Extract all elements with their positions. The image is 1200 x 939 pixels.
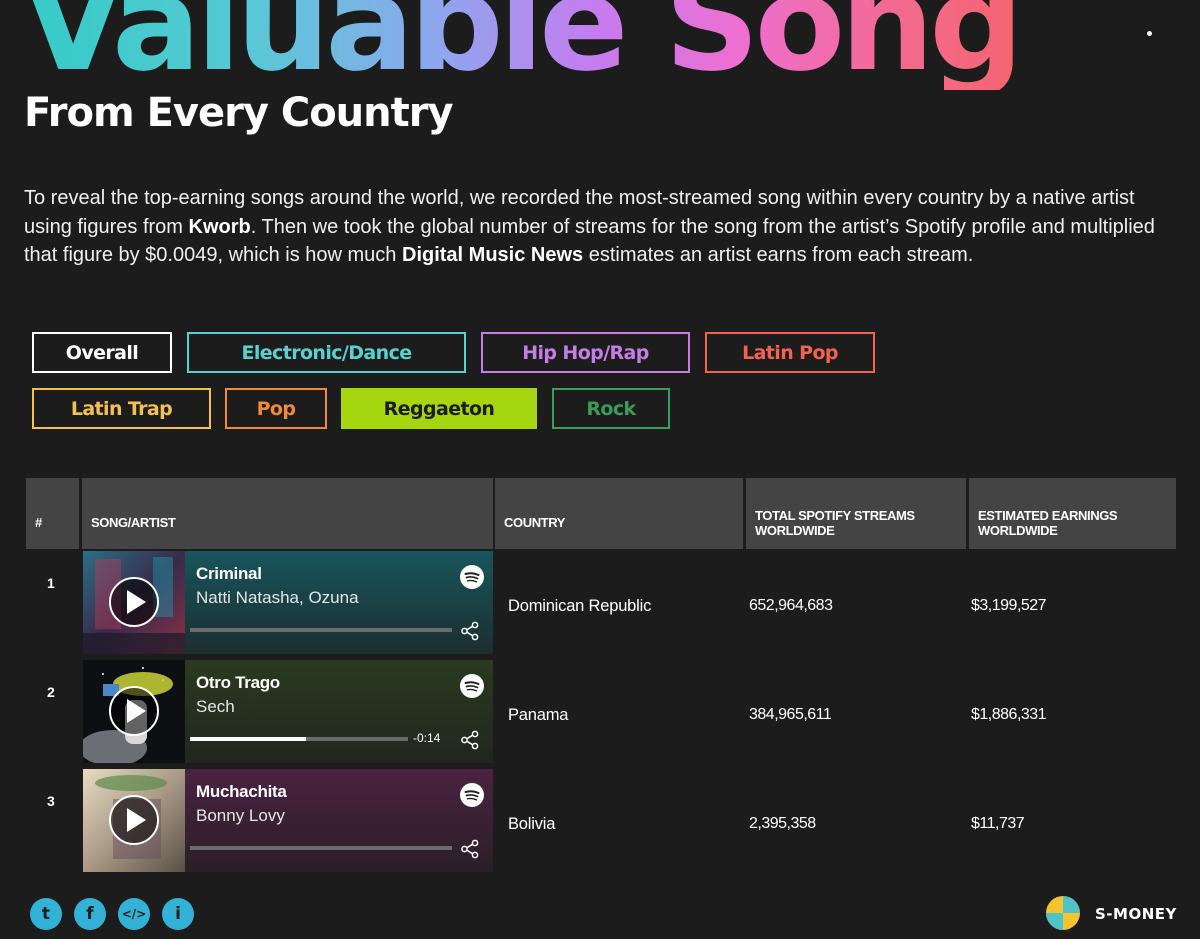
- play-button[interactable]: [109, 686, 159, 736]
- row-rank: 3: [47, 793, 55, 809]
- progress-bar[interactable]: [190, 737, 408, 741]
- brand[interactable]: S-MONEY: [1044, 891, 1184, 935]
- source-kworb: Kworb: [188, 215, 251, 238]
- earnings-cell: $3,199,527: [971, 597, 1047, 614]
- filter-hip-hop-rap[interactable]: Hip Hop/Rap: [481, 332, 690, 373]
- filter-reggaeton[interactable]: Reggaeton: [341, 388, 537, 429]
- country-cell: Panama: [508, 706, 569, 724]
- song-player: Muchachita Bonny Lovy: [83, 769, 493, 872]
- row-rank: 2: [47, 684, 55, 700]
- filter-pop[interactable]: Pop: [225, 388, 327, 429]
- table-header: # SONG/ARTIST COUNTRY TOTAL SPOTIFY STRE…: [26, 478, 1176, 549]
- filter-overall[interactable]: Overall: [32, 332, 172, 373]
- facebook-icon[interactable]: f: [74, 898, 106, 930]
- intro-paragraph: To reveal the top-earning songs around t…: [24, 184, 1179, 270]
- row-rank: 1: [47, 575, 55, 591]
- song-title: Muchachita: [196, 782, 287, 801]
- table-row: 3 Muchachita Bonny Lovy Bolivia 2,395,35…: [26, 769, 1176, 872]
- spotify-icon[interactable]: [460, 674, 484, 698]
- embed-icon[interactable]: </>: [118, 898, 150, 930]
- filter-rock[interactable]: Rock: [552, 388, 670, 429]
- spotify-icon[interactable]: [460, 783, 484, 807]
- share-icon[interactable]: [460, 621, 480, 641]
- song-artist: Bonny Lovy: [196, 806, 285, 825]
- page-title: Valuable Song: [22, 0, 1024, 90]
- earnings-cell: $11,737: [971, 815, 1025, 832]
- progress-bar[interactable]: [190, 628, 452, 632]
- play-button[interactable]: [109, 577, 159, 627]
- table-row: 2 Otro Trago Sech -0:14 Panama 384,965,6…: [26, 660, 1176, 763]
- streams-cell: 2,395,358: [749, 815, 816, 832]
- decorative-dot: [1146, 30, 1153, 37]
- brand-name: S-MONEY: [1095, 905, 1177, 923]
- earnings-cell: $1,886,331: [971, 706, 1047, 723]
- filter-electronic-dance[interactable]: Electronic/Dance: [187, 332, 466, 373]
- play-button[interactable]: [109, 795, 159, 845]
- info-icon[interactable]: i: [162, 898, 194, 930]
- s-money-logo-icon: [1046, 896, 1080, 930]
- spotify-icon[interactable]: [460, 565, 484, 589]
- filter-latin-pop[interactable]: Latin Pop: [705, 332, 875, 373]
- song-player: Otro Trago Sech -0:14: [83, 660, 493, 763]
- song-player: Criminal Natti Natasha, Ozuna: [83, 551, 493, 654]
- table-row: 1 Criminal Natti Natasha, Ozuna Dominica…: [26, 551, 1176, 654]
- song-artist: Natti Natasha, Ozuna: [196, 588, 359, 607]
- twitter-icon[interactable]: t: [30, 898, 62, 930]
- country-cell: Dominican Republic: [508, 597, 652, 615]
- progress-fill: [190, 737, 306, 741]
- song-artist: Sech: [196, 697, 235, 716]
- header-song-artist: SONG/ARTIST: [82, 478, 493, 549]
- song-title: Otro Trago: [196, 673, 280, 692]
- source-digital-music-news: Digital Music News: [402, 244, 584, 266]
- share-icon[interactable]: [460, 730, 480, 750]
- page-subtitle: From Every Country: [24, 90, 454, 136]
- progress-bar[interactable]: [190, 846, 452, 850]
- header-country: COUNTRY: [495, 478, 743, 549]
- streams-cell: 652,964,683: [749, 597, 833, 614]
- header-rank: #: [26, 478, 79, 549]
- header-streams: TOTAL SPOTIFY STREAMS WORLDWIDE: [746, 478, 966, 549]
- song-title: Criminal: [196, 564, 262, 583]
- time-remaining: -0:14: [413, 731, 441, 745]
- country-cell: Bolivia: [508, 815, 556, 833]
- intro-text-3: estimates an artist earns from each stre…: [583, 244, 974, 266]
- share-icon[interactable]: [460, 839, 480, 859]
- filter-latin-trap[interactable]: Latin Trap: [32, 388, 211, 429]
- header-earnings: ESTIMATED EARNINGS WORLDWIDE: [969, 478, 1176, 549]
- streams-cell: 384,965,611: [749, 706, 832, 723]
